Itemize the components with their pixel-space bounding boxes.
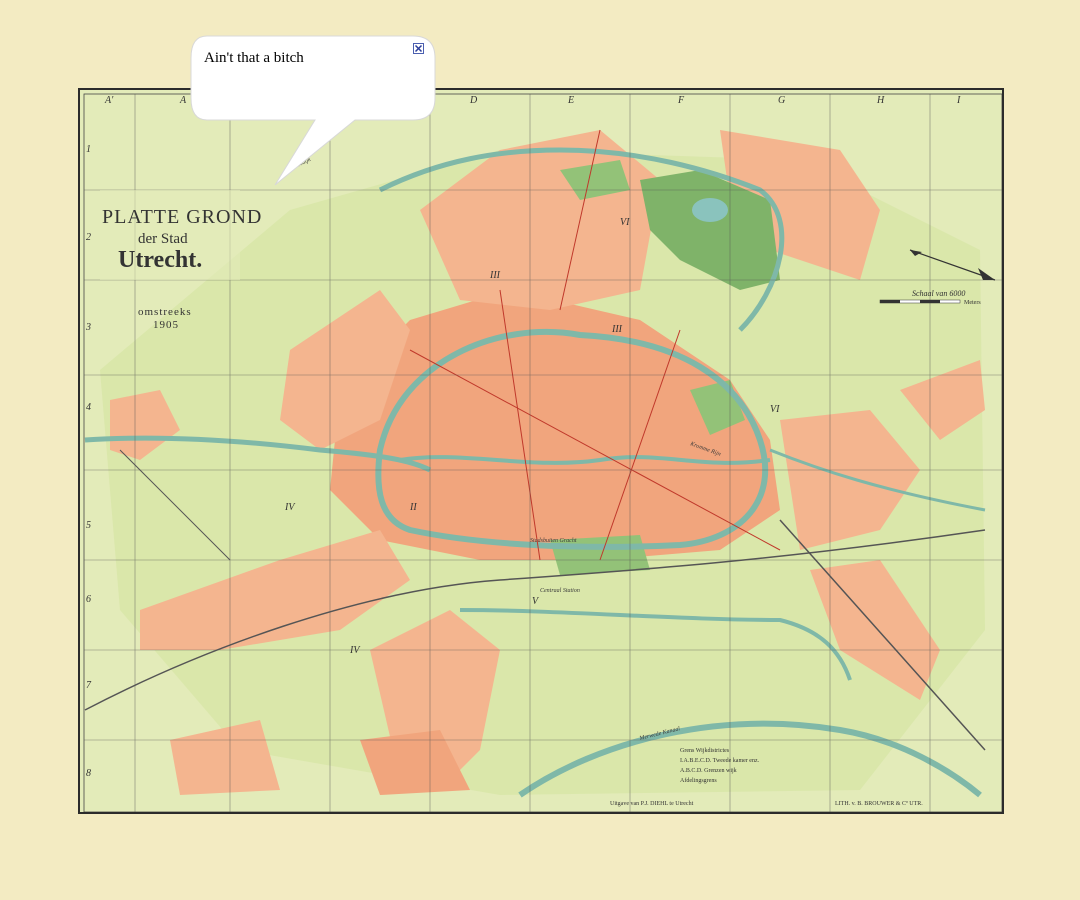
map-subtitle-line1: omstreeks xyxy=(138,306,192,318)
map-subtitle-line2: 1905 xyxy=(153,319,179,331)
district-III-label-b: III xyxy=(611,324,623,335)
scale-bar xyxy=(879,299,961,304)
grid-col-g: G xyxy=(778,95,785,106)
map-title-line2: der Stad xyxy=(138,231,188,247)
district-VI-label: VI xyxy=(620,217,630,228)
legend-line-2: I.A.B.E.C.D. Tweede kamer enz. xyxy=(680,758,760,764)
scale-unit: Meters xyxy=(964,300,981,306)
grid-row-4: 4 xyxy=(86,402,91,413)
legend-line-1: Grens Wijkdistrictes xyxy=(680,748,730,754)
grid-row-3: 3 xyxy=(85,322,91,333)
grid-col-i: I xyxy=(956,95,961,106)
grid-col-e: E xyxy=(567,95,574,106)
grid-row-2: 2 xyxy=(86,232,91,243)
legend-line-3: A.B.C.D. Grenzen wijk xyxy=(680,768,737,774)
grid-row-1: 1 xyxy=(86,144,91,155)
station-label: Centraal Station xyxy=(540,588,580,594)
street-label-stadsbuiten: Stadsbuiten Gracht xyxy=(530,538,577,544)
printer-imprint: LITH. v. B. BROUWER & Cº UTR. xyxy=(835,801,923,807)
district-VI-label-b: VI xyxy=(770,404,780,415)
grid-col-f: F xyxy=(677,95,685,106)
close-icon[interactable] xyxy=(413,43,424,54)
map-graphic: A' A B C D E F G H I 1 2 3 4 5 6 7 8 PLA… xyxy=(83,93,1002,812)
grid-row-5: 5 xyxy=(86,520,91,531)
publisher-imprint: Uitgave van P.J. DIEHL te Utrecht xyxy=(610,801,694,807)
district-III-label: III xyxy=(489,270,501,281)
grid-col-h: H xyxy=(876,95,885,106)
grid-col-d: D xyxy=(469,95,478,106)
legend-line-4: Afdelingsgrens xyxy=(680,777,717,784)
park-pond xyxy=(692,198,728,222)
district-II-label: II xyxy=(409,502,417,513)
speech-bubble-text: Ain't that a bitch xyxy=(204,50,304,66)
grid-row-8: 8 xyxy=(86,768,91,779)
grid-col-a-prime: A' xyxy=(104,95,114,106)
map-title-line1: PLATTE GROND xyxy=(102,206,262,228)
city-map[interactable]: A' A B C D E F G H I 1 2 3 4 5 6 7 8 PLA… xyxy=(78,88,1004,814)
grid-row-6: 6 xyxy=(86,594,91,605)
scale-label: Schaal van 6000 xyxy=(912,289,965,298)
map-title-line3: Utrecht. xyxy=(118,247,202,273)
grid-row-7: 7 xyxy=(86,680,92,691)
